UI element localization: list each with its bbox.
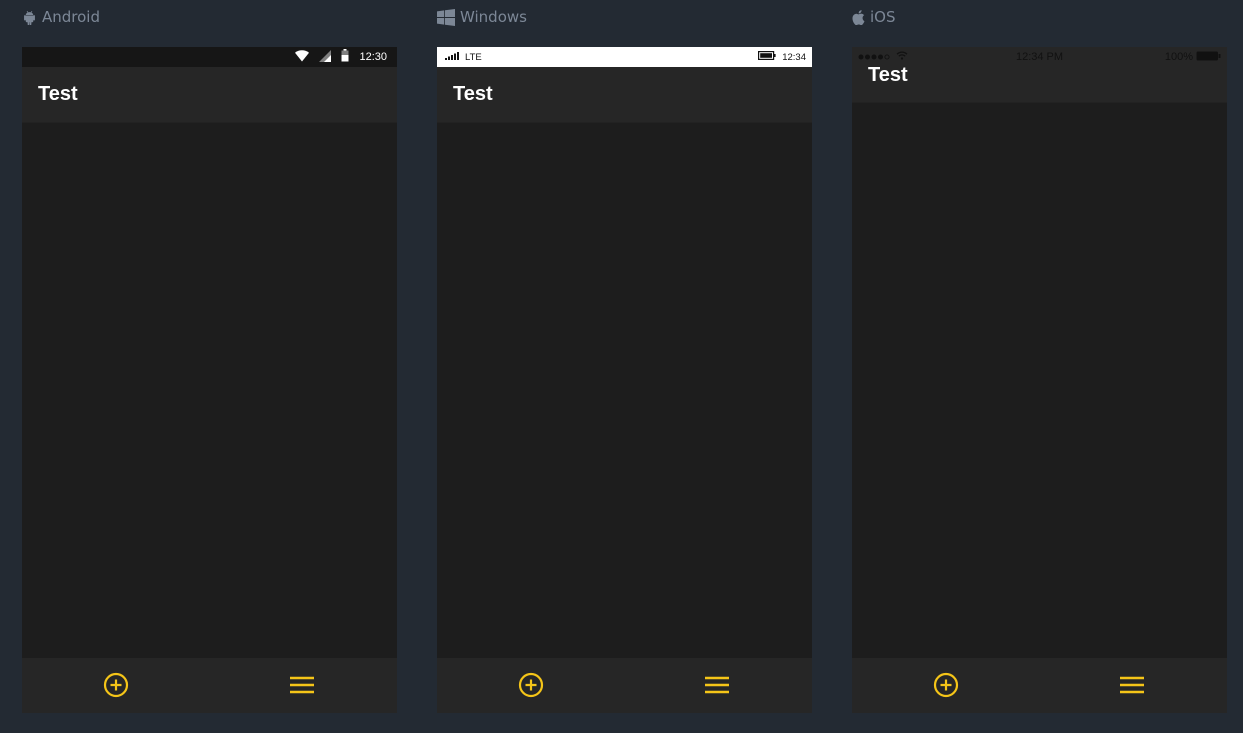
hamburger-menu-icon <box>290 676 314 694</box>
app-header: Test <box>437 67 812 123</box>
android-preview: 12:30 Test <box>22 47 397 713</box>
battery-percent: 100% <box>1164 51 1193 63</box>
windows-preview: LTE 12:34 Test <box>437 47 812 713</box>
windows-logo-icon <box>437 8 455 26</box>
status-time: 12:30 <box>359 51 387 63</box>
platform-label-text: Windows <box>460 8 527 26</box>
status-bar: 12:30 <box>22 47 397 67</box>
cell-signal-icon <box>319 49 332 65</box>
app-header: Test <box>22 67 397 123</box>
page-title: Test <box>453 83 493 105</box>
add-button[interactable] <box>517 671 545 699</box>
add-circle-icon <box>103 672 129 698</box>
add-button[interactable] <box>932 671 960 699</box>
add-circle-icon <box>518 672 544 698</box>
platform-label-windows: Windows <box>437 7 527 27</box>
status-bar: LTE 12:34 <box>437 47 812 67</box>
platform-label-android: Android <box>22 7 100 27</box>
apple-icon <box>852 9 865 25</box>
content-area <box>22 123 397 658</box>
bottom-toolbar <box>852 658 1227 713</box>
status-time: 12:34 PM <box>1015 51 1064 63</box>
platform-label-text: iOS <box>870 8 896 26</box>
add-circle-icon <box>933 672 959 698</box>
battery-icon <box>1196 51 1221 64</box>
bottom-toolbar <box>437 658 812 713</box>
battery-icon <box>758 51 776 63</box>
bottom-toolbar <box>22 658 397 713</box>
menu-button[interactable] <box>703 671 731 699</box>
ios-preview: Test 12:34 PM 100% <box>852 47 1227 713</box>
status-time: 12:34 <box>782 51 806 63</box>
hamburger-menu-icon <box>705 676 729 694</box>
network-type: LTE <box>465 51 482 63</box>
platform-label-ios: iOS <box>852 7 896 27</box>
wifi-icon <box>295 49 310 65</box>
content-area <box>437 123 812 658</box>
signal-bars-icon <box>445 51 459 63</box>
status-bar: 12:34 PM 100% <box>852 47 1227 67</box>
hamburger-menu-icon <box>1120 676 1144 694</box>
page-title: Test <box>38 83 78 105</box>
menu-button[interactable] <box>288 671 316 699</box>
menu-button[interactable] <box>1118 671 1146 699</box>
battery-icon <box>341 49 349 65</box>
add-button[interactable] <box>102 671 130 699</box>
platform-label-text: Android <box>42 8 100 26</box>
page-title: Test <box>868 64 908 86</box>
android-icon <box>22 10 37 25</box>
content-area <box>852 103 1227 658</box>
